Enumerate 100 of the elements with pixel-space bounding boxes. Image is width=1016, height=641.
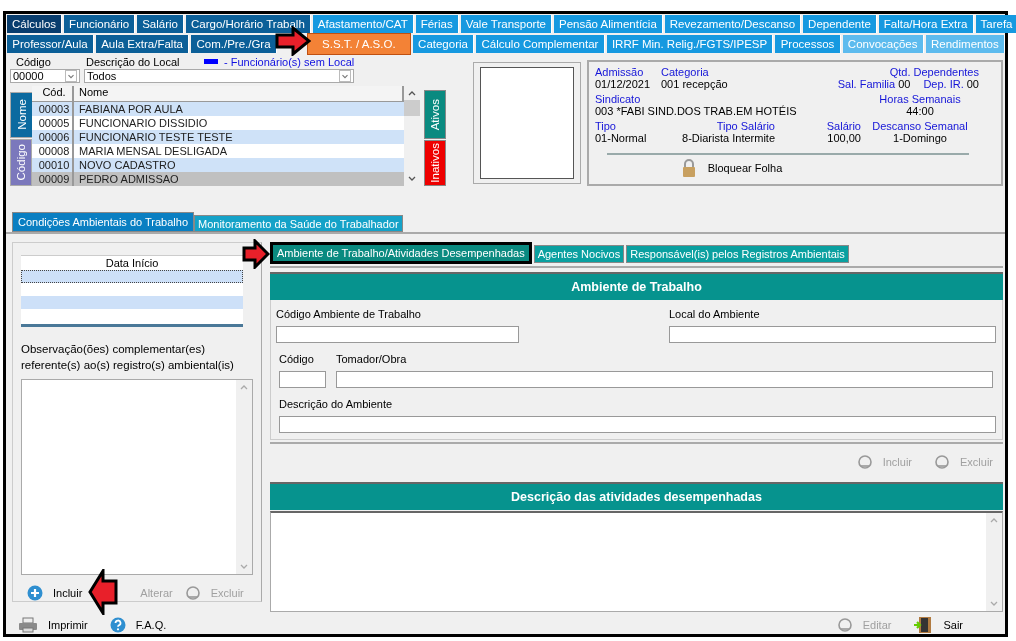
column-header[interactable]: Nome — [72, 85, 404, 101]
pointer-arrow — [88, 569, 119, 615]
environment-tab[interactable]: Ambiente de Trabalho/Atividades Desempenhadas — [270, 242, 532, 264]
info-value: 00 — [966, 77, 979, 91]
info-value: 100,00 — [827, 131, 861, 145]
footer-button[interactable]: Sair — [913, 616, 963, 634]
module-tab[interactable]: Dependente — [803, 15, 877, 33]
module-tab[interactable]: Pensão Alimentícia — [554, 15, 663, 33]
module-tab[interactable]: Processos — [775, 34, 841, 53]
module-tab[interactable]: Cálculo Complementar — [476, 34, 605, 53]
field-label: Código — [16, 55, 52, 68]
helmet-icon — [856, 454, 873, 470]
field-label: Código — [279, 353, 315, 365]
module-tab[interactable]: Afastamento/CAT — [312, 15, 414, 33]
module-tab[interactable]: Tarefa — [975, 15, 1016, 33]
field-label: Descrição do Ambiente — [279, 398, 394, 410]
table-cell-text: 00009 — [37, 171, 71, 186]
module-tab[interactable]: Categoria — [412, 34, 475, 53]
info-label: Sal. Familia — [837, 77, 896, 91]
helmet-icon — [934, 454, 950, 470]
footer-button[interactable]: Imprimir — [18, 616, 88, 634]
module-tab[interactable]: Cálculos — [7, 15, 63, 33]
pointer-arrow — [242, 239, 270, 269]
info-value: 44:00 — [906, 104, 934, 118]
info-value: 01-Normal — [595, 131, 648, 145]
info-label: Descanso Semanal — [872, 119, 968, 132]
module-tab[interactable]: Falta/Hora Extra — [878, 15, 974, 33]
info-label: Tipo Salário — [716, 119, 775, 132]
info-label: Sindicato — [595, 92, 642, 105]
status-tab[interactable]: Inativos — [424, 140, 446, 186]
info-label: Horas Semanais — [879, 92, 961, 105]
table-cell-text: 00003 — [37, 101, 71, 116]
printer-icon — [18, 617, 38, 633]
info-label: Tipo — [595, 119, 617, 132]
field-label: Local do Ambiente — [669, 308, 761, 320]
environment-tab[interactable]: Agentes Nocivos — [533, 245, 625, 263]
info-value: 8-Diarista Intermite — [682, 131, 775, 145]
footer-button[interactable]: F.A.Q. — [109, 616, 167, 634]
remove-icon — [184, 585, 201, 601]
module-tab[interactable]: Aula Extra/Falta — [95, 34, 190, 53]
local-dropdown[interactable]: Todos — [84, 68, 354, 83]
help-icon — [109, 617, 126, 633]
input-field[interactable] — [336, 371, 993, 388]
info-label: Categoria — [661, 65, 710, 78]
module-tab[interactable]: Com./Pre./Gra — [191, 34, 277, 53]
table-cell-text: 00005 — [37, 115, 71, 130]
sort-tab[interactable]: Nome — [10, 91, 32, 139]
environment-tab[interactable]: Responsável(is) pelos Registros Ambientais — [626, 245, 849, 263]
chevron-down-icon — [65, 69, 77, 82]
activities-field[interactable] — [270, 511, 1003, 612]
info-value: 01/12/2021 — [595, 77, 652, 91]
observation-field[interactable] — [21, 379, 253, 575]
scroll-thumb[interactable] — [404, 99, 420, 116]
section-tab[interactable]: Condições Ambientais do Trabalho — [12, 212, 194, 232]
input-field[interactable] — [279, 371, 326, 388]
legend-text: - Funcionário(s) sem Local — [224, 55, 355, 68]
status-tab[interactable]: Ativos — [424, 89, 446, 140]
field-label: Tomador/Obra — [336, 353, 408, 365]
sort-tab[interactable]: Código — [10, 139, 32, 186]
info-label: Salário — [826, 119, 861, 132]
chevron-down-icon — [339, 69, 351, 82]
code-dropdown[interactable]: 00000 — [10, 68, 80, 83]
lock-icon — [681, 158, 696, 177]
table-cell: PEDRO ADMISSAO — [72, 171, 404, 186]
module-tab[interactable]: Revezamento/Descanso — [664, 15, 802, 33]
add-icon — [27, 585, 43, 601]
observation-label: Observação(ões) complementar(es) referente(s) ao(s) registro(s) ambiental(is) — [21, 342, 235, 373]
module-tab[interactable]: Férias — [415, 15, 459, 33]
helmet-icon — [836, 617, 853, 633]
module-tab[interactable]: S.S.T. / A.S.O. — [306, 32, 411, 55]
legend-swatch — [204, 59, 218, 65]
door-icon — [913, 616, 934, 634]
info-label: Qtd. Dependentes — [889, 65, 979, 78]
module-tab[interactable]: Salário — [137, 15, 184, 33]
section-tab[interactable]: Monitoramento da Saúde do Trabalhador — [194, 215, 403, 232]
table-cell-text: 00010 — [37, 157, 71, 172]
input-field[interactable] — [276, 326, 519, 343]
input-field[interactable] — [279, 416, 996, 433]
section-header: Descrição das atividades desempenhadas — [270, 482, 1003, 510]
module-tab[interactable]: Professor/Aula — [7, 34, 94, 53]
info-value: 003 *FABI SIND.DOS TRAB.EM HOTÉIS — [595, 104, 798, 118]
info-label: Admissão — [595, 65, 645, 78]
field-label: Código Ambiente de Trabalho — [276, 308, 422, 320]
action-button[interactable]: Incluir — [27, 585, 83, 601]
field-label: Descrição do Local — [86, 55, 181, 68]
lock-button[interactable]: Bloquear Folha — [681, 158, 783, 177]
table-cell-text: 00006 — [37, 129, 71, 144]
input-field[interactable] — [669, 326, 996, 343]
info-value: 1-Domingo — [893, 131, 947, 145]
grid-row[interactable] — [21, 270, 243, 283]
table-cell-text: 00008 — [37, 143, 71, 158]
column-header[interactable]: Cód. — [32, 85, 72, 101]
info-value: 001 recepção — [661, 77, 729, 91]
module-tab[interactable]: Cargo/Horário Trabalh — [186, 15, 311, 33]
module-tab[interactable]: IRRF Min. Relig./FGTS/IPESP — [606, 34, 774, 53]
info-label: Dep. IR. — [923, 77, 964, 91]
info-value: 00 — [898, 77, 911, 91]
module-tab[interactable]: Funcionário — [64, 15, 136, 33]
module-tab[interactable]: Vale Transporte — [460, 15, 552, 33]
section-header: Ambiente de Trabalho — [270, 272, 1003, 300]
